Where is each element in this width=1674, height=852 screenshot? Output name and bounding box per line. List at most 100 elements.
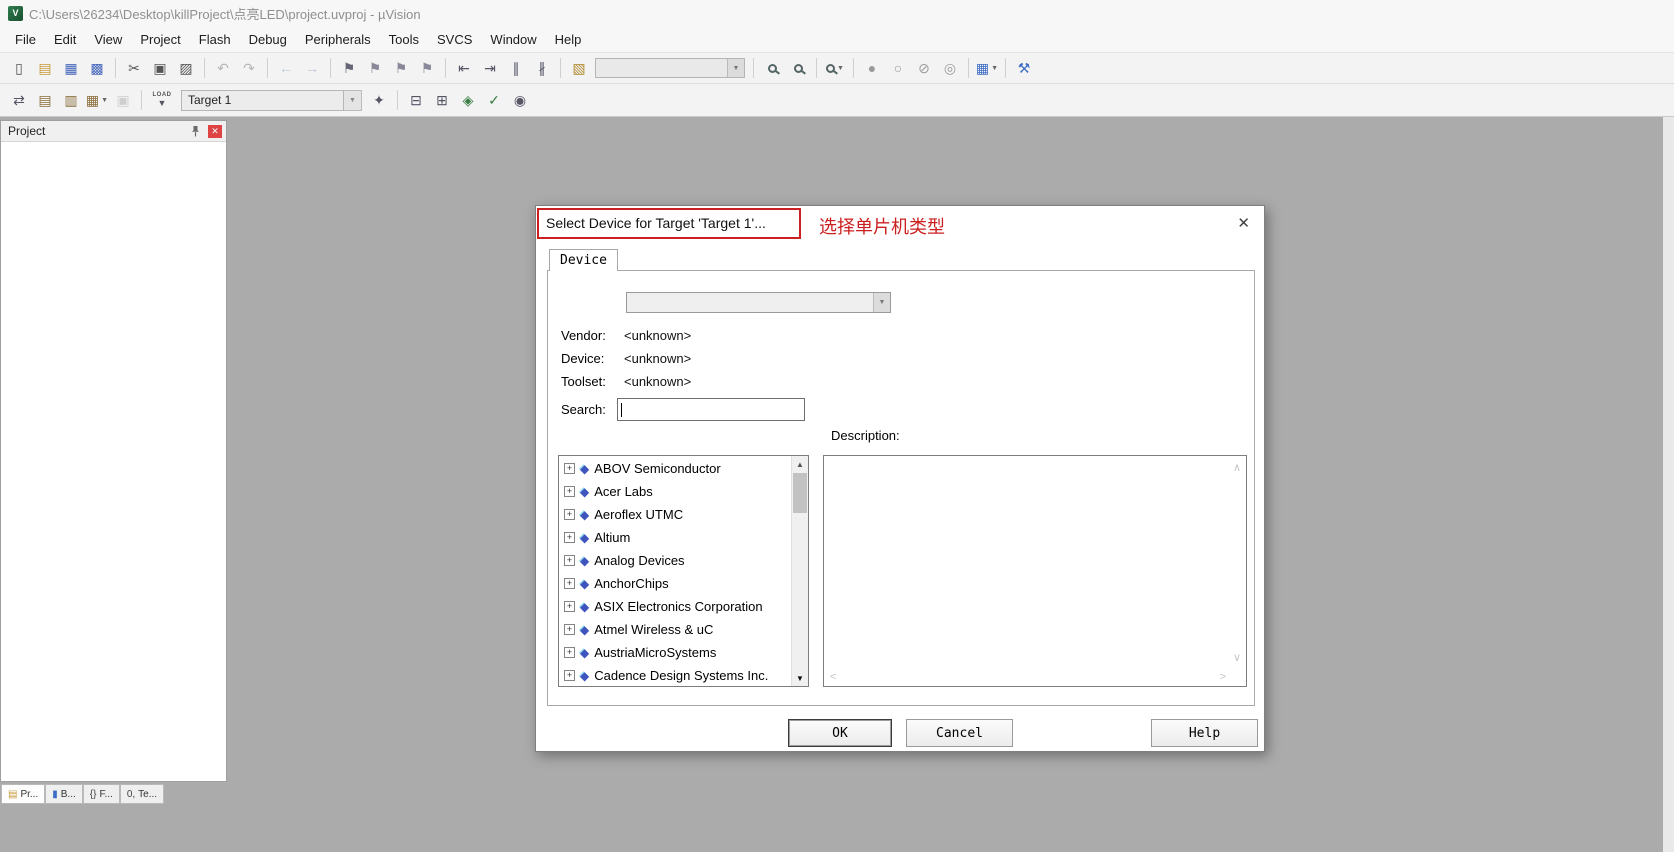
comment-icon[interactable]: ∥ [504,56,528,80]
menu-svcs[interactable]: SVCS [428,28,481,51]
vendor-row[interactable]: + ◆ Aeroflex UTMC [559,503,791,526]
tab-templates[interactable]: 0, Te... [119,784,165,804]
vendor-row[interactable]: + ◆ Cadence Design Systems Inc. [559,664,791,686]
menu-edit[interactable]: Edit [45,28,85,51]
zoom-icon[interactable]: ▼ [823,56,847,80]
menu-help[interactable]: Help [546,28,591,51]
expand-icon[interactable]: + [564,601,575,612]
tab-books[interactable]: ▮ B... [45,784,83,804]
cancel-button[interactable]: Cancel [906,719,1013,747]
scroll-up-button[interactable]: ▲ [792,456,808,472]
manage-project-items-icon[interactable]: ⊟ [404,88,428,112]
cut-icon[interactable]: ✂ [122,56,146,80]
panel-close-button[interactable]: ✕ [208,124,222,138]
dropdown-arrow-icon[interactable]: ▼ [991,65,998,72]
redo-icon[interactable]: ↷ [237,56,261,80]
dialog-close-button[interactable]: ✕ [1237,214,1250,232]
expand-icon[interactable]: + [564,463,575,474]
indent-icon[interactable]: ⇥ [478,56,502,80]
desc-scroll-right-icon[interactable]: > [1220,671,1226,683]
menu-tools[interactable]: Tools [380,28,428,51]
vendor-row[interactable]: + ◆ Acer Labs [559,480,791,503]
breakpoint-disable-icon[interactable]: ○ [886,56,910,80]
expand-icon[interactable]: + [564,578,575,589]
search-input[interactable] [617,398,805,421]
ok-button[interactable]: OK [788,719,892,747]
navigate-back-icon[interactable]: ← [274,56,298,80]
tab-device[interactable]: Device [549,249,618,271]
expand-icon[interactable]: + [564,486,575,497]
download-icon[interactable]: LOAD ▼ [148,88,176,112]
outdent-icon[interactable]: ⇤ [452,56,476,80]
pin-icon[interactable] [188,124,202,138]
expand-icon[interactable]: + [564,624,575,635]
expand-icon[interactable]: + [564,509,575,520]
help-button[interactable]: Help [1151,719,1258,747]
batch-build-icon[interactable]: ▦ ▼ [85,88,109,112]
expand-icon[interactable]: + [564,532,575,543]
breakpoint-enable-icon[interactable]: ◎ [938,56,962,80]
configure-icon[interactable]: ▧ [567,56,591,80]
scrollbar-thumb[interactable] [793,473,807,513]
rebuild-all-icon[interactable]: ▥ [59,88,83,112]
dropdown-arrow-icon[interactable]: ▼ [727,59,744,77]
target-select-combo[interactable]: Target 1 [181,89,344,111]
save-icon[interactable]: ▦ [59,56,83,80]
menu-window[interactable]: Window [481,28,545,51]
bookmark-clear-icon[interactable]: ⚑ [415,56,439,80]
expand-icon[interactable]: + [564,647,575,658]
save-all-icon[interactable]: ▩ [85,56,109,80]
dropdown-arrow-icon[interactable]: ▼ [837,65,844,72]
target-dropdown-arrow-icon[interactable]: ▼ [344,89,362,111]
translate-file-icon[interactable]: ⇄ [7,88,31,112]
vendor-row[interactable]: + ◆ ABOV Semiconductor [559,457,791,480]
expand-icon[interactable]: + [564,555,575,566]
bookmark-prev-icon[interactable]: ⚑ [363,56,387,80]
vendor-row[interactable]: + ◆ Atmel Wireless & uC [559,618,791,641]
copy-icon[interactable]: ▣ [148,56,172,80]
undo-icon[interactable]: ↶ [211,56,235,80]
dropdown-arrow-icon[interactable]: ▼ [101,97,108,104]
vendor-row[interactable]: + ◆ Altium [559,526,791,549]
wrench-icon[interactable]: ⚒ [1012,56,1036,80]
menu-debug[interactable]: Debug [240,28,296,51]
device-family-combo[interactable]: ▼ [626,292,891,313]
navigate-forward-icon[interactable]: → [300,56,324,80]
tab-functions[interactable]: {} F... [82,784,120,804]
scroll-down-button[interactable]: ▼ [792,670,808,686]
menu-peripherals[interactable]: Peripherals [296,28,380,51]
paste-icon[interactable]: ▨ [174,56,198,80]
vendor-row[interactable]: + ◆ ASIX Electronics Corporation [559,595,791,618]
desc-scroll-left-icon[interactable]: < [830,671,836,683]
vendor-row[interactable]: + ◆ Analog Devices [559,549,791,572]
new-file-icon[interactable]: ▯ [7,56,31,80]
find-icon[interactable] [786,56,810,80]
desc-scroll-down-icon[interactable]: ∨ [1233,651,1241,664]
desc-scroll-up-icon[interactable]: ∧ [1233,461,1241,474]
menu-file[interactable]: File [6,28,45,51]
uncomment-icon[interactable]: ∦ [530,56,554,80]
open-file-icon[interactable]: ▤ [33,56,57,80]
menu-project[interactable]: Project [131,28,189,51]
pack-installer-icon[interactable]: ◉ [508,88,532,112]
stop-build-icon[interactable]: ▣ [111,88,135,112]
breakpoint-kill-icon[interactable]: ⊘ [912,56,936,80]
toolbar-find-combo[interactable]: ▼ [595,58,745,78]
expand-icon[interactable]: + [564,670,575,681]
select-software-packs-icon[interactable]: ✓ [482,88,506,112]
options-for-target-icon[interactable]: ✦ [367,88,391,112]
manage-books-icon[interactable]: ⊞ [430,88,454,112]
combo-dropdown-arrow-icon[interactable]: ▼ [873,293,890,312]
vendor-row[interactable]: + ◆ AustriaMicroSystems [559,641,791,664]
breakpoint-insert-icon[interactable]: ● [860,56,884,80]
bookmark-toggle-icon[interactable]: ⚑ [337,56,361,80]
tab-project[interactable]: ▤ Pr... [1,784,46,804]
vendor-row[interactable]: + ◆ AnchorChips [559,572,791,595]
bookmark-next-icon[interactable]: ⚑ [389,56,413,80]
menu-view[interactable]: View [85,28,131,51]
window-layout-icon[interactable]: ▦ ▼ [975,56,999,80]
find-in-files-icon[interactable] [760,56,784,80]
build-icon[interactable]: ▤ [33,88,57,112]
manage-rte-icon[interactable]: ◈ [456,88,480,112]
menu-flash[interactable]: Flash [190,28,240,51]
